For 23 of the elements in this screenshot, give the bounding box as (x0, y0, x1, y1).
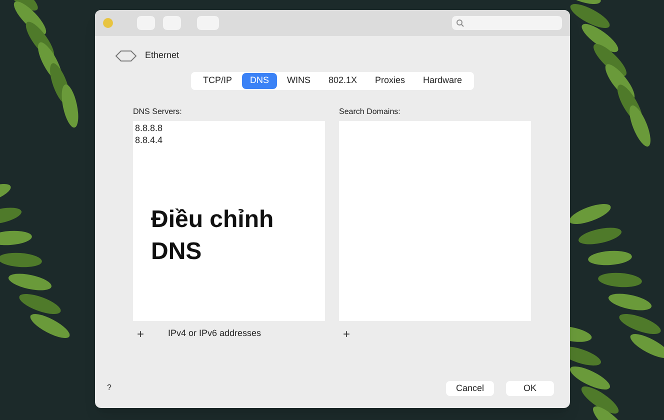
add-button[interactable]: + (339, 324, 354, 342)
search-field[interactable] (452, 16, 562, 30)
tab[interactable]: 802.1X (320, 73, 366, 88)
interface-name: Ethernet (145, 49, 180, 62)
list-item[interactable]: 8.8.8.8 (135, 122, 323, 134)
tab[interactable]: WINS (278, 73, 318, 88)
add-button[interactable]: + (133, 324, 148, 342)
list-label: Search Domains: (339, 106, 402, 118)
dialog-button[interactable]: OK (506, 380, 554, 396)
minimize-icon[interactable] (103, 18, 113, 28)
tab[interactable]: Hardware (415, 73, 470, 88)
tab[interactable]: TCP/IP (194, 73, 240, 88)
tab[interactable]: Proxies (367, 73, 414, 88)
caption-text: DNS (151, 236, 203, 266)
ethernet-icon (115, 49, 137, 63)
help-button[interactable]: ? (107, 382, 112, 394)
list-item[interactable]: 8.8.4.4 (135, 134, 323, 146)
list-label: DNS Servers: (133, 106, 183, 118)
hint-text: IPv4 or IPv6 addresses (168, 326, 262, 340)
dialog-button[interactable]: Cancel (446, 380, 494, 396)
tab[interactable]: DNS (242, 73, 277, 88)
search-icon (456, 19, 464, 27)
caption-text: Điều chỉnh (151, 204, 275, 234)
